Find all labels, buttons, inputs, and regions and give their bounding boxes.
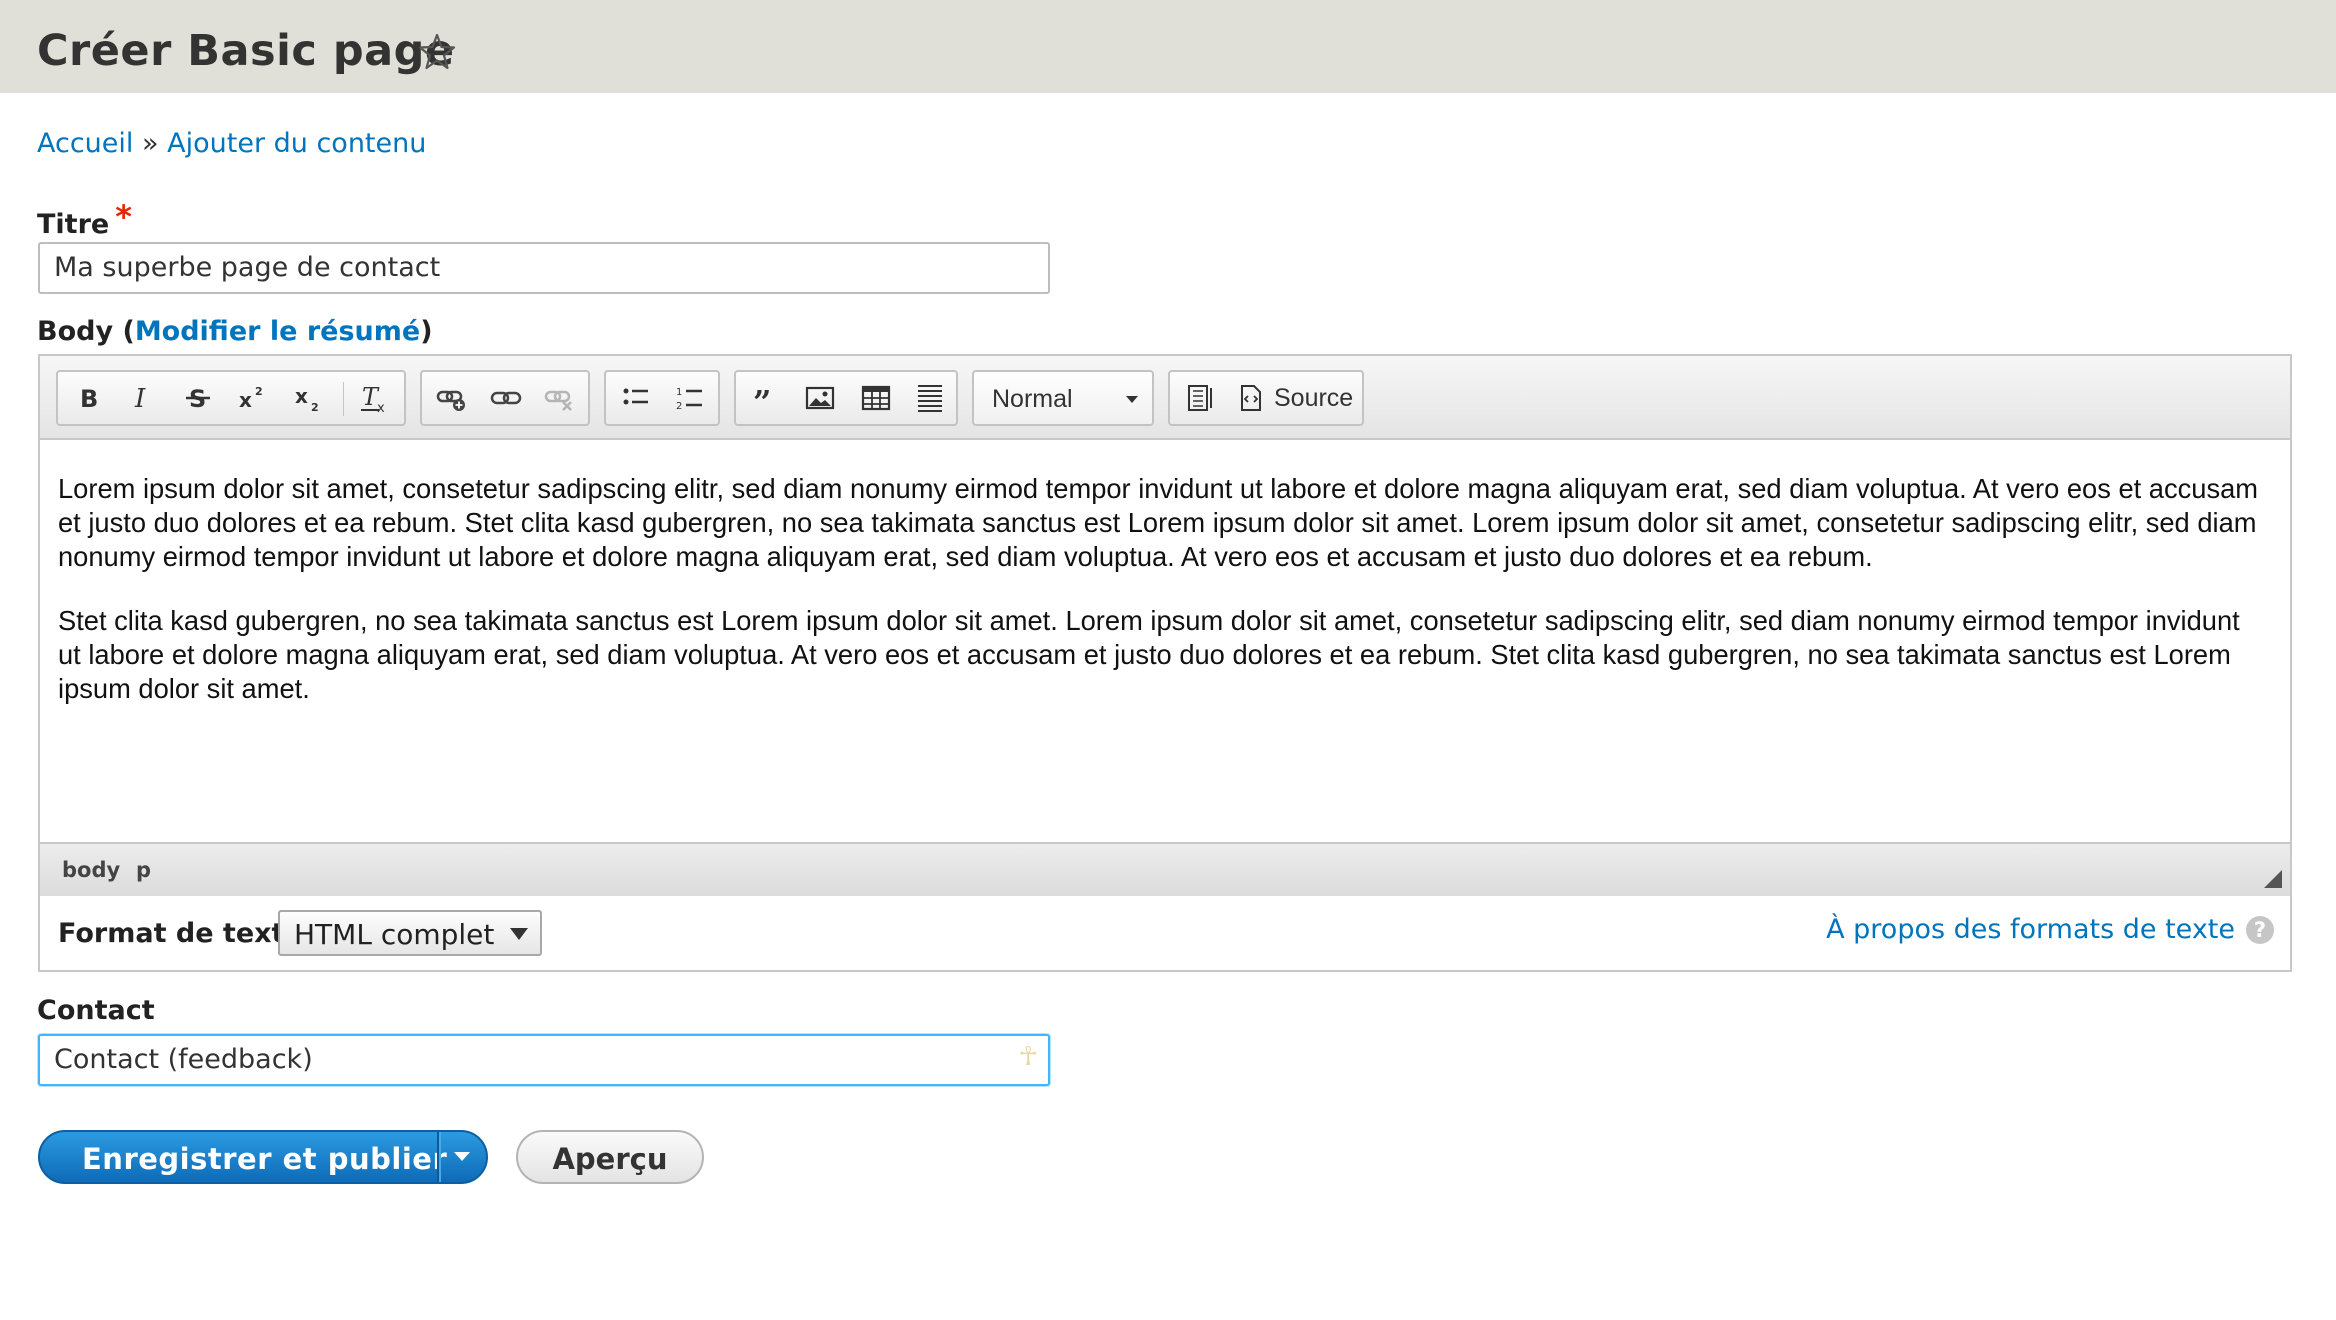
title-input-value: Ma superbe page de contact: [54, 252, 441, 283]
svg-text:B: B: [80, 385, 98, 413]
numbered-list-icon: 12: [676, 387, 702, 412]
toolbar-group-links: [420, 370, 590, 426]
svg-text:2: 2: [255, 385, 263, 398]
svg-text:”: ”: [753, 383, 771, 415]
path-element-body[interactable]: body: [62, 858, 120, 882]
text-format-label: Format de texte: [58, 918, 303, 949]
required-marker: *: [115, 198, 132, 236]
strikethrough-button[interactable]: S: [176, 378, 220, 418]
svg-text:2: 2: [676, 401, 682, 412]
contact-input[interactable]: Contact (feedback) ☥: [38, 1034, 1050, 1086]
format-combo[interactable]: Normal: [972, 370, 1154, 426]
format-combo-label: Normal: [992, 385, 1073, 413]
contact-label-text: Contact: [37, 995, 155, 1026]
rich-text-editor: B I S x2 x2 Tx: [38, 354, 2292, 896]
superscript-button[interactable]: x2: [230, 378, 274, 418]
source-button[interactable]: [1228, 378, 1272, 418]
show-blocks-icon: [1188, 385, 1212, 411]
breadcrumb: Accueil » Ajouter du contenu: [37, 128, 426, 159]
body-label: Body (Modifier le résumé): [37, 316, 433, 347]
text-format-help-link[interactable]: À propos des formats de texte: [1826, 914, 2235, 945]
toolbar-separator: [343, 382, 344, 416]
superscript-icon: x2: [239, 385, 263, 412]
toolbar-group-lists: 12: [604, 370, 720, 426]
text-format-value: HTML complet: [294, 918, 495, 951]
preview-label: Aperçu: [552, 1142, 668, 1176]
help-icon[interactable]: ?: [2246, 916, 2274, 944]
svg-text:x: x: [295, 384, 308, 408]
blockquote-button[interactable]: ”: [744, 378, 788, 418]
save-publish-button[interactable]: Enregistrer et publier: [38, 1130, 488, 1184]
italic-button[interactable]: I: [120, 378, 164, 418]
path-element-p[interactable]: p: [136, 858, 151, 882]
show-blocks-button[interactable]: [1178, 378, 1222, 418]
preview-button[interactable]: Aperçu: [516, 1130, 704, 1184]
horizontal-line-button[interactable]: [908, 378, 952, 418]
source-icon: [1241, 385, 1261, 411]
unlink-button[interactable]: [538, 378, 582, 418]
caret-down-icon[interactable]: [454, 1152, 470, 1161]
bulleted-list-icon: [623, 388, 648, 405]
contact-input-value: Contact (feedback): [54, 1044, 313, 1075]
numbered-list-button[interactable]: 12: [668, 378, 712, 418]
blockquote-icon: ”: [753, 383, 771, 415]
subscript-icon: x2: [295, 384, 319, 414]
source-label: Source: [1274, 384, 1354, 412]
breadcrumb-add-content-link[interactable]: Ajouter du contenu: [167, 128, 426, 159]
chevron-down-icon: [510, 928, 528, 940]
edit-summary-link[interactable]: Modifier le résumé: [135, 316, 420, 347]
editor-paragraph: Stet clita kasd gubergren, no sea takima…: [58, 605, 2240, 704]
bold-icon: B: [80, 385, 98, 413]
button-divider-highlight: [439, 1132, 441, 1182]
body-label-open-paren: (: [122, 316, 135, 347]
text-format-select[interactable]: HTML complet: [278, 910, 542, 956]
bold-button[interactable]: B: [66, 378, 110, 418]
svg-text:x: x: [239, 388, 252, 412]
remove-format-icon: Tx: [361, 383, 385, 415]
unlink-icon: [544, 390, 572, 411]
link-icon: [490, 391, 522, 405]
page-title: Créer Basic page: [37, 26, 455, 76]
editor-toolbar: B I S x2 x2 Tx: [40, 356, 2290, 440]
breadcrumb-separator: »: [142, 128, 159, 159]
remove-format-button[interactable]: Tx: [352, 378, 396, 418]
title-input[interactable]: Ma superbe page de contact: [38, 242, 1050, 294]
autocomplete-icon: ☥: [1018, 1042, 1038, 1072]
horizontal-line-icon: [918, 385, 942, 412]
link-button[interactable]: [484, 378, 528, 418]
link-add-icon: [436, 390, 465, 411]
contact-label: Contact: [37, 995, 155, 1026]
star-icon[interactable]: [417, 32, 457, 72]
add-link-button[interactable]: [430, 378, 474, 418]
body-label-close-paren: ): [420, 316, 433, 347]
toolbar-group-source: Source: [1168, 370, 1364, 426]
table-icon: [861, 385, 891, 411]
subscript-button[interactable]: x2: [286, 378, 330, 418]
table-button[interactable]: [854, 378, 898, 418]
svg-text:x: x: [377, 401, 385, 415]
italic-icon: I: [134, 384, 146, 414]
resize-handle[interactable]: [2264, 870, 2282, 888]
save-publish-label: Enregistrer et publier: [82, 1142, 448, 1176]
image-icon: [805, 386, 835, 410]
chevron-down-icon: [1126, 396, 1138, 403]
element-path-bar: body p: [40, 842, 2290, 896]
bulleted-list-button[interactable]: [614, 378, 658, 418]
toolbar-group-basic-styles: B I S x2 x2 Tx: [56, 370, 406, 426]
svg-text:1: 1: [676, 387, 682, 398]
page-header: Créer Basic page: [0, 0, 2336, 93]
title-label-text: Titre: [37, 209, 110, 240]
strikethrough-icon: S: [186, 385, 210, 413]
text-format-row: Format de texte HTML complet À propos de…: [38, 896, 2292, 972]
editor-paragraph: Lorem ipsum dolor sit amet, consetetur s…: [58, 473, 2259, 572]
breadcrumb-home-link[interactable]: Accueil: [37, 128, 133, 159]
body-label-text: Body: [37, 316, 114, 347]
image-button[interactable]: [798, 378, 842, 418]
editor-content[interactable]: Lorem ipsum dolor sit amet, consetetur s…: [58, 472, 2268, 736]
svg-text:I: I: [134, 384, 146, 414]
toolbar-group-blocks: ”: [734, 370, 958, 426]
title-label: Titre *: [37, 198, 132, 241]
svg-text:2: 2: [311, 401, 319, 414]
